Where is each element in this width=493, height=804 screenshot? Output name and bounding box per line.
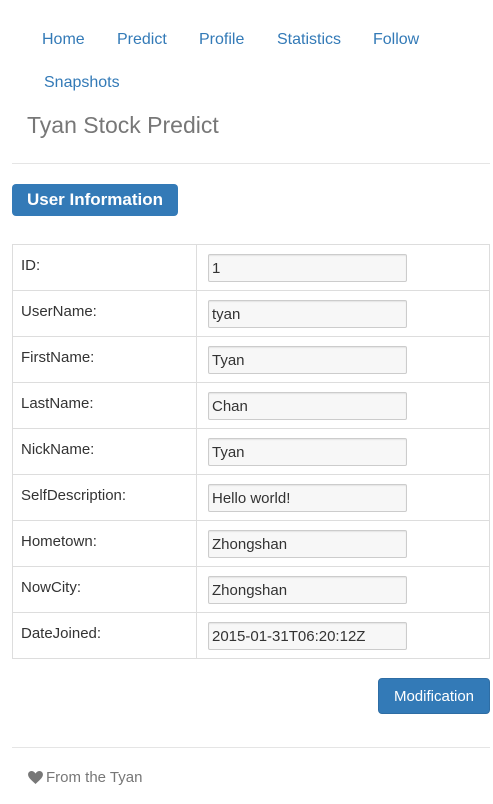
page-title: Tyan Stock Predict [27,112,219,138]
table-row: ID: [12,244,490,291]
field-label-firstname: FirstName: [12,336,197,383]
heart-icon [28,771,43,784]
table-row: UserName: [12,290,490,337]
modification-button[interactable]: Modification [378,678,490,714]
selfdescription-field[interactable] [208,484,407,512]
field-label-lastname: LastName: [12,382,197,429]
table-row: FirstName: [12,336,490,383]
field-value-cell [196,566,490,613]
table-row: NickName: [12,428,490,475]
field-value-cell [196,428,490,475]
field-value-cell [196,612,490,659]
id-field[interactable] [208,254,407,282]
nav-snapshots-link[interactable]: Snapshots [44,73,120,93]
username-field[interactable] [208,300,407,328]
nav-follow-link[interactable]: Follow [373,30,419,50]
hometown-field[interactable] [208,530,407,558]
header-divider [12,163,490,164]
table-row: LastName: [12,382,490,429]
field-label-hometown: Hometown: [12,520,197,567]
field-value-cell [196,290,490,337]
user-info-table: ID: UserName: FirstName: LastName: NickN… [12,244,490,659]
field-label-selfdescription: SelfDescription: [12,474,197,521]
section-label: User Information [12,184,178,216]
lastname-field[interactable] [208,392,407,420]
table-row: NowCity: [12,566,490,613]
field-value-cell [196,244,490,291]
nav-statistics-link[interactable]: Statistics [277,30,341,50]
field-value-cell [196,382,490,429]
nav-home-link[interactable]: Home [42,30,85,50]
field-label-username: UserName: [12,290,197,337]
field-label-nickname: NickName: [12,428,197,475]
field-value-cell [196,520,490,567]
field-value-cell [196,336,490,383]
field-label-nowcity: NowCity: [12,566,197,613]
firstname-field[interactable] [208,346,407,374]
nowcity-field[interactable] [208,576,407,604]
field-label-id: ID: [12,244,197,291]
footer-divider [12,747,490,748]
table-row: SelfDescription: [12,474,490,521]
nav-predict-link[interactable]: Predict [117,30,167,50]
table-row: Hometown: [12,520,490,567]
datejoined-field[interactable] [208,622,407,650]
nav-profile-link[interactable]: Profile [199,30,244,50]
footer-text: From the Tyan [46,769,143,786]
field-value-cell [196,474,490,521]
table-row: DateJoined: [12,612,490,659]
field-label-datejoined: DateJoined: [12,612,197,659]
nickname-field[interactable] [208,438,407,466]
footer: From the Tyan [28,768,142,788]
